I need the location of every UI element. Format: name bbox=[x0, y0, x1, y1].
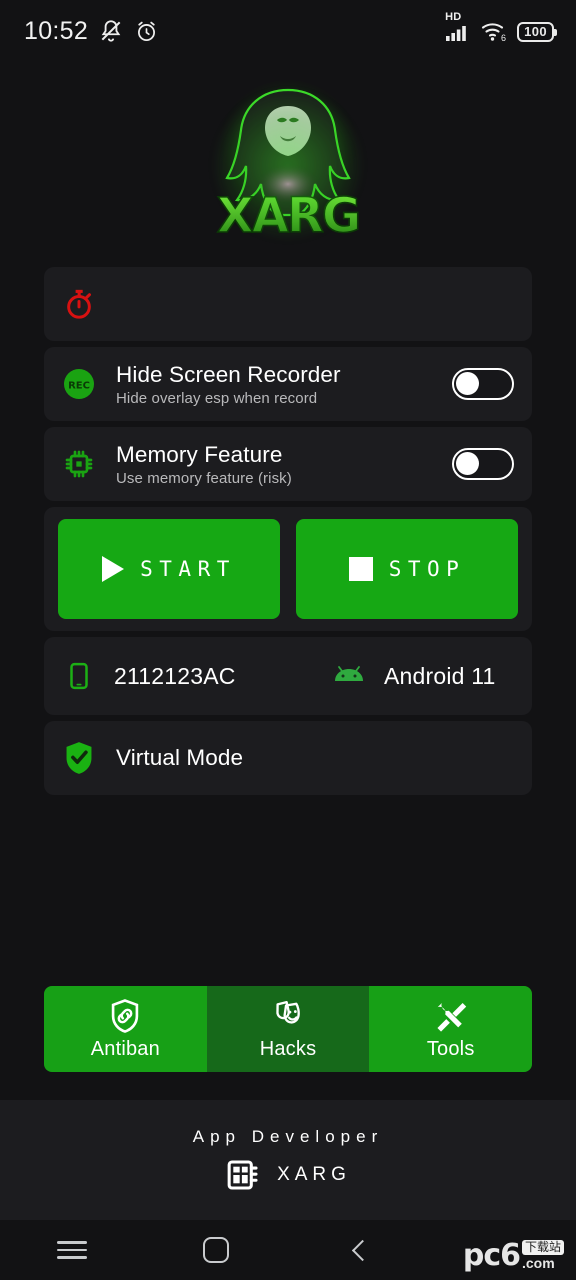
svg-text:REC: REC bbox=[68, 381, 90, 392]
watermark-brand: pc6 bbox=[462, 1238, 521, 1273]
setting-subtitle: Hide overlay esp when record bbox=[116, 389, 318, 407]
tab-label: Hacks bbox=[259, 1037, 317, 1060]
start-label: START bbox=[140, 557, 236, 581]
home-icon bbox=[203, 1237, 229, 1263]
wifi-icon: 6 bbox=[482, 23, 506, 42]
bottom-tab-bar: Antiban Hacks Tools bbox=[44, 986, 532, 1072]
home-button[interactable] bbox=[144, 1237, 288, 1263]
watermark-domain: .com bbox=[521, 1255, 555, 1271]
svg-text:6: 6 bbox=[501, 33, 506, 42]
status-bar-right: HD 6 100 bbox=[445, 11, 557, 42]
stop-button[interactable]: STOP bbox=[296, 519, 518, 619]
timer-card[interactable] bbox=[44, 267, 532, 341]
action-buttons-card: START STOP bbox=[44, 507, 532, 631]
setting-title: Hide Screen Recorder bbox=[116, 361, 341, 387]
status-bar-left: 10:52 bbox=[24, 17, 159, 46]
play-icon bbox=[102, 556, 125, 582]
tools-icon bbox=[437, 1002, 466, 1032]
hide-screen-recorder-toggle[interactable] bbox=[452, 368, 514, 400]
device-info-card: 2112123AC Android 11 bbox=[44, 637, 532, 715]
tab-label: Antiban bbox=[90, 1037, 160, 1060]
signal-icon: HD bbox=[445, 11, 471, 42]
os-version-group: Android 11 bbox=[332, 659, 496, 693]
app-logo: XARG bbox=[0, 62, 576, 267]
status-bar: 10:52 HD 6 100 bbox=[0, 0, 576, 62]
chip-board-icon bbox=[227, 1160, 258, 1190]
tab-hacks[interactable]: Hacks bbox=[206, 986, 370, 1072]
setting-subtitle: Use memory feature (risk) bbox=[116, 469, 292, 487]
app-screen: 10:52 HD 6 100 REC Hide Screen Recorder … bbox=[0, 0, 576, 1280]
menu-icon bbox=[57, 1236, 87, 1264]
developer-row: XARG bbox=[225, 1157, 351, 1193]
memory-feature-toggle[interactable] bbox=[452, 448, 514, 480]
rec-icon: REC bbox=[62, 367, 96, 401]
setting-row-memory-feature[interactable]: Memory Feature Use memory feature (risk) bbox=[44, 427, 532, 501]
battery-indicator: 100 bbox=[517, 22, 557, 42]
footer: App Developer XARG bbox=[0, 1100, 576, 1220]
main-content: REC Hide Screen Recorder Hide overlay es… bbox=[0, 267, 576, 795]
alarm-icon bbox=[138, 21, 156, 41]
watermark: pc6 下载站 .com bbox=[462, 1238, 564, 1273]
device-model-group: 2112123AC bbox=[62, 659, 332, 693]
shield-check-icon bbox=[62, 741, 96, 775]
back-icon bbox=[351, 1239, 374, 1261]
tab-antiban[interactable]: Antiban bbox=[44, 986, 207, 1072]
stop-square-icon bbox=[348, 557, 373, 581]
status-time: 10:52 bbox=[24, 16, 89, 45]
phone-icon bbox=[62, 659, 96, 693]
setting-row-hide-screen-recorder[interactable]: REC Hide Screen Recorder Hide overlay es… bbox=[44, 347, 532, 421]
shield-link-icon bbox=[112, 998, 139, 1033]
stopwatch-icon bbox=[62, 287, 96, 321]
masks-icon bbox=[276, 1000, 300, 1024]
os-version: Android 11 bbox=[384, 662, 496, 689]
developer-label: App Developer bbox=[192, 1127, 384, 1146]
recents-button[interactable] bbox=[0, 1236, 144, 1264]
android-icon bbox=[332, 659, 366, 693]
start-button[interactable]: START bbox=[58, 519, 280, 619]
device-model: 2112123AC bbox=[114, 662, 236, 689]
virtual-mode-label: Virtual Mode bbox=[116, 745, 244, 770]
virtual-mode-card[interactable]: Virtual Mode bbox=[44, 721, 532, 795]
watermark-cn-label: 下载站 bbox=[521, 1240, 564, 1255]
mute-icon bbox=[101, 20, 121, 42]
back-button[interactable] bbox=[288, 1239, 432, 1261]
tab-tools[interactable]: Tools bbox=[369, 986, 532, 1072]
developer-name: XARG bbox=[277, 1164, 351, 1185]
setting-title: Memory Feature bbox=[116, 441, 283, 467]
memory-chip-icon bbox=[62, 447, 96, 481]
stop-label: STOP bbox=[388, 557, 466, 581]
tab-label: Tools bbox=[426, 1037, 475, 1060]
